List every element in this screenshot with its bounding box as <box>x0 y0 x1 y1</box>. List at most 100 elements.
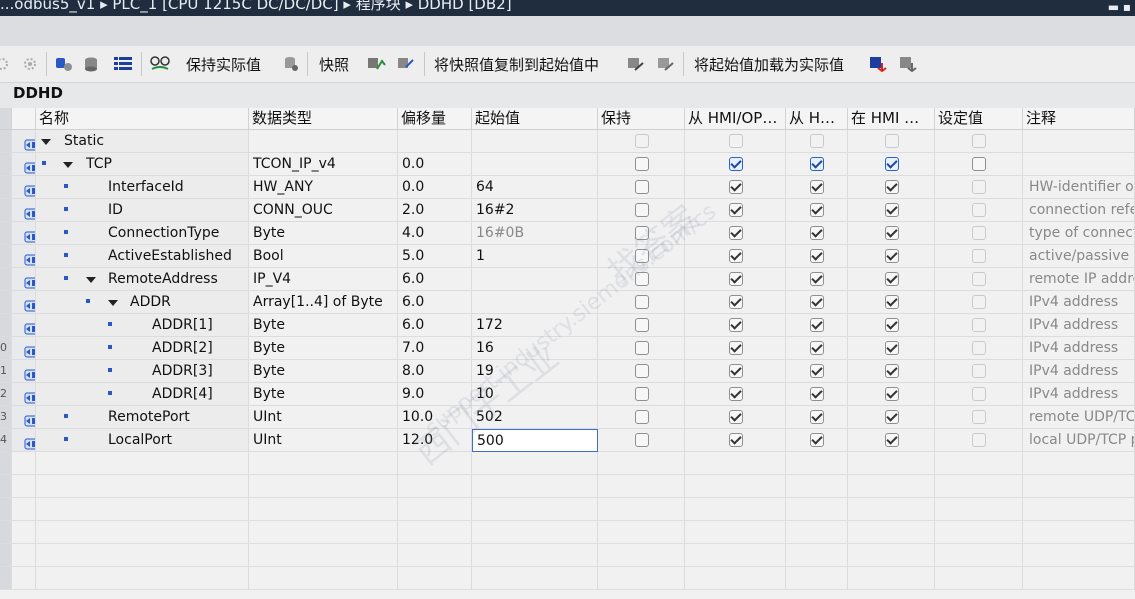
setpoint-checkbox[interactable] <box>972 226 986 240</box>
hmi-visible-checkbox[interactable] <box>885 433 899 447</box>
expand-arrow-icon[interactable] <box>108 300 118 306</box>
retain-checkbox[interactable] <box>635 203 649 217</box>
table-row[interactable]: 0 ADDR[2] Byte 7.0 16 IPv4 address <box>0 337 1135 360</box>
comment-cell[interactable]: IPv4 address <box>1023 360 1135 383</box>
start-value-cell[interactable]: 19 <box>472 360 598 383</box>
comment-cell[interactable] <box>1023 130 1135 153</box>
empty-table-row[interactable] <box>0 475 1135 498</box>
empty-table-row[interactable] <box>0 498 1135 521</box>
hmi-write-checkbox[interactable] <box>810 180 824 194</box>
keep-actual-values-button[interactable]: 保持实际值 <box>186 53 261 75</box>
expand-all-icon[interactable] <box>112 53 134 75</box>
table-row[interactable]: RemoteAddress IP_V46.0 remote IP addres <box>0 268 1135 291</box>
hmi-write-checkbox[interactable] <box>810 318 824 332</box>
comment-cell[interactable]: connection refere <box>1023 199 1135 222</box>
retain-checkbox[interactable] <box>635 249 649 263</box>
start-value-cell[interactable]: 172 <box>472 314 598 337</box>
table-row[interactable]: ID CONN_OUC2.016#2 connection refere <box>0 199 1135 222</box>
retain-checkbox[interactable] <box>635 295 649 309</box>
comment-cell[interactable]: remote UDP/TCP <box>1023 406 1135 429</box>
name-cell[interactable]: ID <box>36 199 249 222</box>
datatype-cell[interactable]: CONN_OUC <box>249 199 398 222</box>
hmi-visible-checkbox[interactable] <box>885 203 899 217</box>
comment-cell[interactable]: IPv4 address <box>1023 383 1135 406</box>
setpoint-checkbox[interactable] <box>972 364 986 378</box>
gear-icon[interactable] <box>0 53 10 75</box>
setpoint-checkbox[interactable] <box>972 433 986 447</box>
name-cell[interactable]: ADDR <box>36 291 249 314</box>
retain-checkbox[interactable] <box>635 364 649 378</box>
table-row[interactable]: InterfaceId HW_ANY0.064 HW-identifier of I <box>0 176 1135 199</box>
hmi-visible-checkbox[interactable] <box>885 410 899 424</box>
datatype-cell[interactable]: Byte <box>249 222 398 245</box>
table-row[interactable]: 1 ADDR[3] Byte 8.0 19 IPv4 address <box>0 360 1135 383</box>
hmi-access-checkbox[interactable] <box>729 295 743 309</box>
hmi-write-checkbox[interactable] <box>810 249 824 263</box>
hmi-access-checkbox[interactable] <box>729 318 743 332</box>
start-value-cell[interactable]: 502 <box>472 406 598 429</box>
comment-cell[interactable]: active/passive co <box>1023 245 1135 268</box>
retain-checkbox[interactable] <box>635 410 649 424</box>
hmi-visible-checkbox[interactable] <box>885 226 899 240</box>
retain-checkbox[interactable] <box>635 157 649 171</box>
hmi-access-checkbox[interactable] <box>729 364 743 378</box>
name-cell[interactable]: InterfaceId <box>36 176 249 199</box>
setpoint-checkbox[interactable] <box>972 180 986 194</box>
copy-snapshot-to-start-button[interactable]: 将快照值复制到起始值中 <box>434 53 599 75</box>
table-row[interactable]: 3 RemotePort UInt 10.0 502 remote UDP/TCP <box>0 406 1135 429</box>
datatype-cell[interactable]: Byte <box>249 337 398 360</box>
setpoint-checkbox[interactable] <box>972 249 986 263</box>
hmi-access-checkbox[interactable] <box>729 157 743 171</box>
hmi-write-checkbox[interactable] <box>810 203 824 217</box>
datatype-cell[interactable]: HW_ANY <box>249 176 398 199</box>
comment-cell[interactable] <box>1023 153 1135 176</box>
hmi-access-checkbox[interactable] <box>729 341 743 355</box>
start-value-cell[interactable]: 500 <box>472 429 598 452</box>
hmi-access-checkbox[interactable] <box>729 249 743 263</box>
hmi-access-checkbox[interactable] <box>729 272 743 286</box>
name-cell[interactable]: LocalPort <box>36 429 249 452</box>
name-cell[interactable]: RemoteAddress <box>36 268 249 291</box>
name-cell[interactable]: RemotePort <box>36 406 249 429</box>
start-value-cell[interactable] <box>472 153 598 176</box>
empty-table-row[interactable] <box>0 452 1135 475</box>
hmi-access-checkbox[interactable] <box>729 134 743 148</box>
hmi-access-checkbox[interactable] <box>729 180 743 194</box>
hmi-visible-checkbox[interactable] <box>885 295 899 309</box>
header-offset[interactable]: 偏移量 <box>398 108 472 130</box>
start-value-cell[interactable]: 16#0B <box>472 222 598 245</box>
start-value-cell[interactable] <box>472 268 598 291</box>
snapshot-actual-icon[interactable] <box>656 53 676 75</box>
name-cell[interactable]: ADDR[4] <box>36 383 249 406</box>
header-datatype[interactable]: 数据类型 <box>249 108 398 130</box>
datatype-cell[interactable]: Byte <box>249 383 398 406</box>
hmi-visible-checkbox[interactable] <box>885 318 899 332</box>
table-row[interactable]: ActiveEstablished Bool 5.0 1 active/passive … <box>0 245 1135 268</box>
setpoint-checkbox[interactable] <box>972 295 986 309</box>
datatype-cell[interactable]: IP_V4 <box>249 268 398 291</box>
start-value-cell[interactable]: 16#2 <box>472 199 598 222</box>
setpoint-checkbox[interactable] <box>972 134 986 148</box>
snapshot-button[interactable]: 快照 <box>319 53 349 75</box>
monitor-glasses-icon[interactable] <box>148 53 172 75</box>
hmi-write-checkbox[interactable] <box>810 410 824 424</box>
setpoint-checkbox[interactable] <box>972 341 986 355</box>
gear-settings-icon[interactable] <box>20 53 40 75</box>
hmi-write-checkbox[interactable] <box>810 134 824 148</box>
name-cell[interactable]: ConnectionType <box>36 222 249 245</box>
load-red-icon[interactable] <box>868 53 888 75</box>
retain-checkbox[interactable] <box>635 433 649 447</box>
setpoint-checkbox[interactable] <box>972 410 986 424</box>
header-hmi-visible[interactable]: 在 HMI … <box>848 108 935 130</box>
start-value-cell[interactable]: 1 <box>472 245 598 268</box>
table-row[interactable]: TCP TCON_IP_v4 0.0 <box>0 153 1135 176</box>
header-hmi-write[interactable]: 从 H… <box>786 108 848 130</box>
empty-table-row[interactable] <box>0 544 1135 567</box>
empty-table-row[interactable] <box>0 567 1135 590</box>
datatype-cell[interactable]: UInt <box>249 406 398 429</box>
setpoint-checkbox[interactable] <box>972 272 986 286</box>
name-cell[interactable]: Static <box>36 130 249 153</box>
name-cell[interactable]: ADDR[2] <box>36 337 249 360</box>
header-start-value[interactable]: 起始值 <box>472 108 598 130</box>
hmi-write-checkbox[interactable] <box>810 157 824 171</box>
